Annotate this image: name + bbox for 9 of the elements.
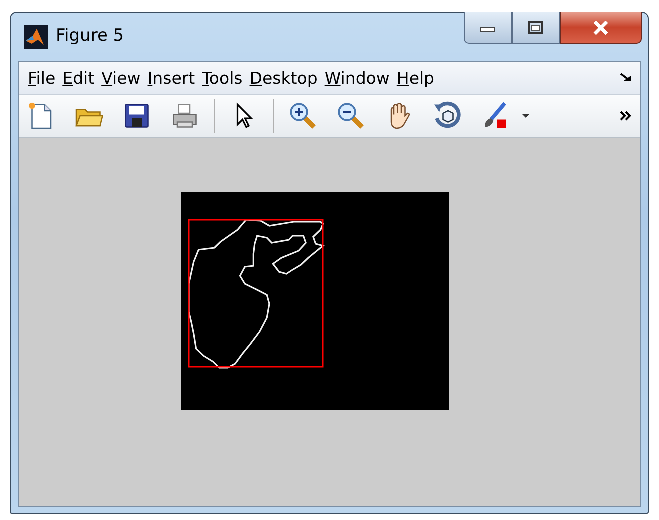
menu-item[interactable]: Window <box>324 68 390 88</box>
menu-item[interactable]: View <box>102 68 141 88</box>
menu-item[interactable]: Desktop <box>250 68 318 88</box>
menu-item[interactable]: File <box>28 68 56 88</box>
menu-item[interactable]: Edit <box>62 68 95 88</box>
menu-item[interactable]: Tools <box>202 68 243 88</box>
menu-item[interactable]: Help <box>396 68 435 88</box>
window-title: Figure 5 <box>56 26 124 46</box>
menu-item[interactable]: Insert <box>148 68 196 88</box>
